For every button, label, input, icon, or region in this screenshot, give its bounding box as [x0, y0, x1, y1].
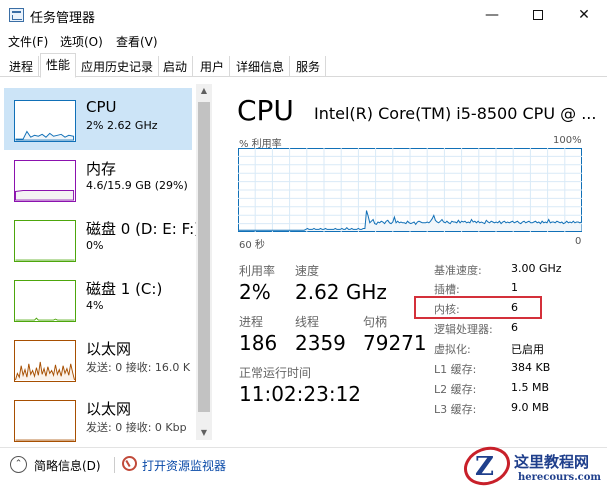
- task-manager-icon: [9, 8, 24, 22]
- virtualization-value: 已启用: [511, 343, 544, 356]
- page-title: CPU: [237, 94, 294, 127]
- resource-monitor-icon[interactable]: [122, 456, 137, 471]
- sidebar-item-ethernet-2[interactable]: 以太网 发送: 0 接收: 0 Kbp: [4, 388, 192, 444]
- sidebar-disk0-subtitle: 0%: [86, 239, 104, 252]
- tab-startup[interactable]: 启动: [158, 56, 194, 77]
- sidebar-memory-title: 内存: [86, 160, 117, 178]
- sidebar-cpu-subtitle: 2% 2.62 GHz: [86, 119, 158, 132]
- sidebar-memory-subtitle: 4.6/15.9 GB (29%): [86, 179, 188, 192]
- l2-cache-value: 1.5 MB: [511, 381, 550, 394]
- graph-time-end-label: 0: [575, 236, 582, 247]
- cores-highlight-box: [414, 296, 542, 319]
- uptime-value: 11:02:23:12: [239, 382, 362, 406]
- sidebar-item-disk0[interactable]: 磁盘 0 (D: E: F:) 0%: [4, 208, 200, 270]
- fewer-details-button[interactable]: 简略信息(D): [34, 457, 101, 474]
- disk0-mini-graph: [14, 220, 76, 262]
- tab-services[interactable]: 服务: [291, 56, 327, 77]
- ethernet-1-mini-graph: [14, 340, 76, 382]
- title-bar[interactable]: 任务管理器 — ✕: [0, 0, 607, 30]
- uptime-label: 正常运行时间: [239, 366, 312, 380]
- watermark-url: herecours.com: [518, 472, 602, 483]
- tab-processes[interactable]: 进程: [4, 56, 40, 77]
- l3-cache-label: L3 缓存:: [434, 403, 477, 416]
- graph-grid: [238, 148, 582, 232]
- window-title: 任务管理器: [30, 11, 96, 26]
- logical-processors-label: 逻辑处理器:: [434, 323, 493, 336]
- tab-users[interactable]: 用户: [195, 56, 231, 77]
- tab-bar: 进程 性能 应用历史记录 启动 用户 详细信息 服务: [0, 52, 607, 78]
- sidebar-ethernet-2-title: 以太网: [86, 400, 132, 418]
- tab-performance[interactable]: 性能: [40, 53, 77, 78]
- menu-bar: 文件(F) 选项(O) 查看(V): [0, 30, 607, 52]
- l1-cache-label: L1 缓存:: [434, 363, 477, 376]
- sockets-label: 插槽:: [434, 283, 460, 296]
- sidebar-ethernet-1-title: 以太网: [86, 340, 132, 358]
- scroll-up-arrow-icon[interactable]: ▲: [196, 84, 212, 98]
- cpu-mini-graph: [14, 100, 76, 142]
- disk1-mini-graph: [14, 280, 76, 322]
- resource-sidebar: CPU 2% 2.62 GHz 内存 4.6/15.9 GB (29%) 磁盘 …: [0, 84, 213, 444]
- speed-label: 速度: [295, 264, 320, 278]
- tab-app-history[interactable]: 应用历史记录: [76, 56, 160, 77]
- l3-cache-value: 9.0 MB: [511, 401, 550, 414]
- graph-time-start-label: 60 秒: [239, 240, 265, 251]
- sockets-value: 1: [511, 281, 518, 294]
- sidebar-item-cpu[interactable]: CPU 2% 2.62 GHz: [4, 88, 192, 150]
- sidebar-ethernet-2-subtitle: 发送: 0 接收: 0 Kbp: [86, 421, 187, 434]
- open-resource-monitor-link[interactable]: 打开资源监视器: [142, 457, 226, 474]
- threads-value: 2359: [295, 331, 346, 355]
- l1-cache-value: 384 KB: [511, 361, 551, 374]
- divider: [114, 457, 115, 473]
- speed-value: 2.62 GHz: [295, 280, 387, 304]
- watermark-logo: Z: [464, 446, 510, 486]
- sidebar-item-disk1[interactable]: 磁盘 1 (C:) 4%: [4, 268, 192, 330]
- base-speed-value: 3.00 GHz: [511, 262, 562, 275]
- tab-details[interactable]: 详细信息: [231, 56, 291, 77]
- processes-label: 进程: [239, 315, 264, 329]
- scroll-thumb[interactable]: [198, 102, 210, 412]
- sidebar-disk1-title: 磁盘 1 (C:): [86, 280, 163, 298]
- ethernet-2-mini-graph: [14, 400, 76, 442]
- maximize-icon: [533, 10, 543, 20]
- svg-text:Z: Z: [475, 452, 494, 482]
- watermark-title: 这里教程网: [514, 453, 590, 471]
- scroll-down-arrow-icon[interactable]: ▼: [196, 426, 212, 440]
- sidebar-ethernet-1-subtitle: 发送: 0 接收: 16.0 K: [86, 361, 191, 374]
- sidebar-item-memory[interactable]: 内存 4.6/15.9 GB (29%): [4, 148, 192, 210]
- menu-view[interactable]: 查看(V): [116, 33, 158, 50]
- memory-mini-graph: [14, 160, 76, 202]
- utilization-label: 利用率: [239, 264, 276, 278]
- close-button[interactable]: ✕: [561, 0, 607, 30]
- sidebar-cpu-title: CPU: [86, 98, 117, 116]
- chevron-up-icon[interactable]: ⌃: [10, 456, 27, 473]
- graph-max-label: 100%: [553, 135, 582, 146]
- utilization-value: 2%: [239, 280, 271, 304]
- base-speed-label: 基准速度:: [434, 264, 482, 277]
- handles-label: 句柄: [363, 315, 388, 329]
- logical-processors-value: 6: [511, 321, 518, 334]
- l2-cache-label: L2 缓存:: [434, 383, 477, 396]
- sidebar-disk1-subtitle: 4%: [86, 299, 104, 312]
- handles-value: 79271: [363, 331, 427, 355]
- threads-label: 线程: [295, 315, 320, 329]
- maximize-button[interactable]: [515, 0, 561, 30]
- processes-value: 186: [239, 331, 278, 355]
- sidebar-item-ethernet-1[interactable]: 以太网 发送: 0 接收: 16.0 K: [4, 328, 192, 390]
- cpu-utilization-graph: [238, 148, 582, 232]
- menu-options[interactable]: 选项(O): [60, 33, 103, 50]
- sidebar-disk0-title: 磁盘 0 (D: E: F:): [86, 220, 200, 238]
- minimize-button[interactable]: —: [469, 0, 515, 30]
- virtualization-label: 虚拟化:: [434, 343, 471, 356]
- sidebar-scrollbar[interactable]: ▲ ▼: [196, 84, 212, 440]
- cpu-model-name: Intel(R) Core(TM) i5-8500 CPU @ ...: [314, 104, 597, 123]
- menu-file[interactable]: 文件(F): [8, 33, 48, 50]
